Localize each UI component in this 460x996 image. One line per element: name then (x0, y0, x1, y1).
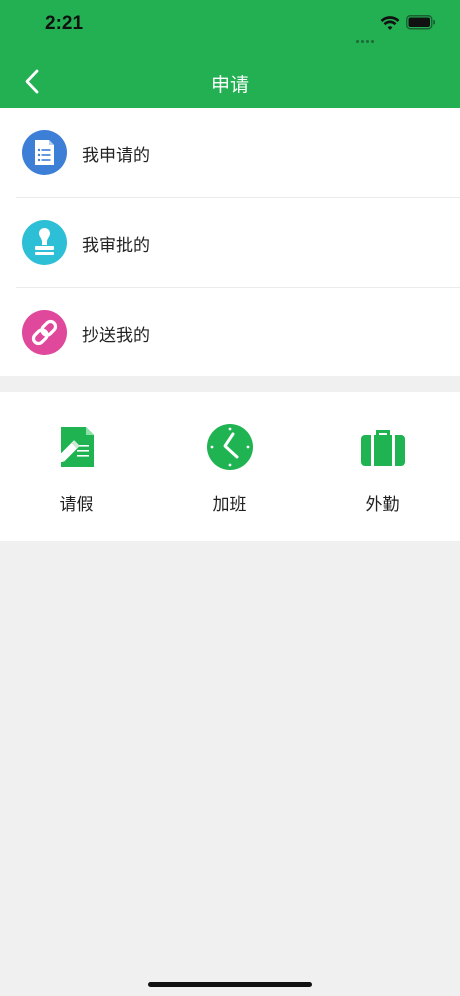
nav-header: 2:21 申请 (0, 0, 460, 108)
link-icon (22, 310, 67, 355)
wifi-icon (380, 16, 400, 30)
status-time: 2:21 (45, 13, 84, 34)
grid-item-leave[interactable]: 请假 (0, 392, 153, 541)
application-type-grid: 请假 加班 外勤 (0, 392, 460, 541)
list-item-label: 我审批的 (82, 236, 150, 256)
briefcase-icon (360, 430, 405, 466)
leave-note-icon (56, 427, 94, 467)
list-item-my-applications[interactable]: 我申请的 (0, 108, 460, 197)
grid-item-label: 外勤 (365, 495, 400, 515)
list-item-label: 抄送我的 (82, 326, 150, 346)
grid-item-field-work[interactable]: 外勤 (306, 392, 459, 541)
application-list: 我申请的 我审批的 抄送我的 (0, 108, 460, 376)
list-item-my-approvals[interactable]: 我审批的 (0, 198, 460, 287)
grid-item-label: 加班 (212, 495, 247, 515)
document-icon (22, 130, 67, 175)
grid-item-label: 请假 (59, 495, 94, 515)
home-indicator[interactable] (148, 982, 312, 987)
clock-icon (206, 424, 253, 470)
list-item-cc-to-me[interactable]: 抄送我的 (0, 288, 460, 377)
page-title: 申请 (210, 74, 249, 96)
grid-item-overtime[interactable]: 加班 (153, 392, 306, 541)
battery-icon (406, 15, 435, 30)
list-item-label: 我申请的 (82, 146, 150, 166)
signal-dots-icon (356, 28, 376, 47)
stamp-icon (22, 220, 67, 265)
